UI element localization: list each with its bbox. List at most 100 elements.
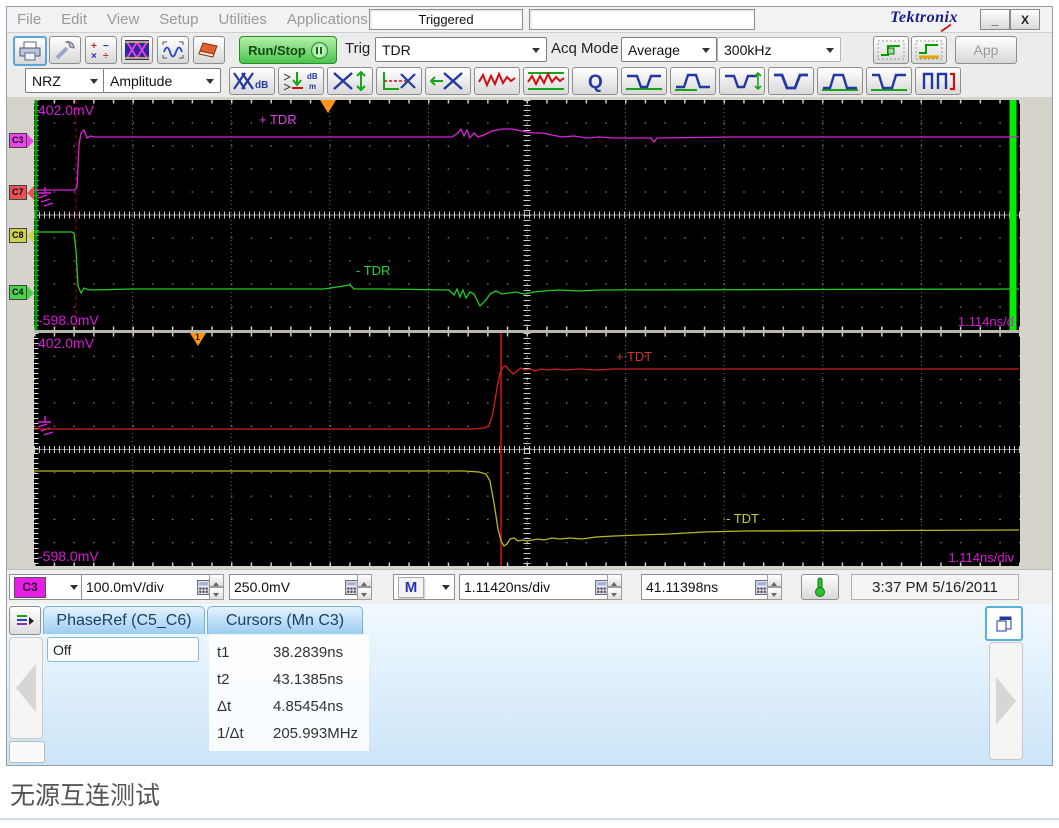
channel-marker-c8[interactable]: C8 <box>9 228 34 243</box>
readout-row: t2 43.1385ns <box>209 666 369 693</box>
jitter-icon <box>477 70 517 92</box>
pulse-save-button[interactable] <box>911 36 947 64</box>
vertical-scale-spinner[interactable] <box>209 574 224 600</box>
menu-utilities[interactable]: Utilities <box>208 11 276 28</box>
tdr-display[interactable]: 402.0mV-598.0mV1.114ns/d+ TDR- TDR <box>34 100 1020 330</box>
pos-pulse-button[interactable] <box>817 67 863 95</box>
trig-label: Trig <box>345 40 370 57</box>
crossing-level-button[interactable] <box>376 67 422 95</box>
wave-label: -598.0mV <box>38 312 99 328</box>
app-button[interactable]: App <box>955 36 1017 64</box>
horizontal-scale-field[interactable]: 1.11420ns/div <box>459 574 613 600</box>
channel-marker-c7[interactable]: C7 <box>9 185 34 200</box>
rz-pulse-button[interactable] <box>621 67 667 95</box>
wave-label: - TDT <box>726 511 759 526</box>
q-factor-button[interactable]: Q <box>572 67 618 95</box>
print-button[interactable] <box>13 36 47 66</box>
timebase-chip: M <box>398 577 424 598</box>
jitter-limits-button[interactable] <box>523 67 569 95</box>
setup-wrench-button[interactable] <box>49 36 81 64</box>
run-stop-button[interactable]: Run/Stop <box>239 36 337 64</box>
pulse-rise-button[interactable] <box>670 67 716 95</box>
bandwidth-select[interactable]: 300kHz <box>717 37 841 62</box>
panel-scroll-right-button[interactable] <box>989 642 1023 760</box>
horizontal-position-spinner[interactable] <box>767 574 782 600</box>
tektronix-logo: Tektronix <box>890 9 958 27</box>
readout-value: 38.2839ns <box>273 644 343 661</box>
channel-arrow-icon <box>27 229 34 243</box>
acq-mode-select[interactable]: Average <box>621 37 717 62</box>
pulse-amplitude-button[interactable] <box>719 67 765 95</box>
horizontal-position-field[interactable]: 41.11398ns <box>641 574 773 600</box>
thermometer-icon <box>813 577 827 597</box>
gate-brackets-button[interactable] <box>915 67 961 95</box>
readout-label: 1/Δt <box>209 725 273 742</box>
svg-text:÷: ÷ <box>103 51 109 60</box>
pulse-capture-icon <box>877 40 905 60</box>
trigger-marker[interactable]: 1 <box>190 333 206 346</box>
main-toolbar: + − × ÷ Run/Stop <box>7 33 1052 64</box>
chevron-down-icon <box>206 79 214 88</box>
control-bar: C3 100.0mV/div 250.0mV M 1.11420ns/div 4… <box>7 569 1052 605</box>
menu-file[interactable]: File <box>7 11 51 28</box>
channel-arrow-icon <box>27 286 34 300</box>
timebase-select[interactable]: M <box>393 574 455 600</box>
menu-applications[interactable]: Applications <box>277 11 378 28</box>
eye-width-button[interactable] <box>425 67 471 95</box>
panel-scroll-left-button[interactable] <box>9 637 43 739</box>
vertical-offset-field[interactable]: 250.0mV <box>229 574 363 600</box>
tab-phaseref[interactable]: PhaseRef (C5_C6) <box>43 606 205 634</box>
tab-cursors[interactable]: Cursors (Mn C3) <box>207 606 363 634</box>
wave-label: 402.0mV <box>38 102 94 118</box>
pos-pulse-icon <box>820 70 860 92</box>
readout-label: t2 <box>209 671 273 688</box>
rz-pulse-icon <box>624 70 664 92</box>
eraser-button[interactable] <box>193 36 225 64</box>
tdt-display[interactable]: 402.0mV-598.0mV1.114ns/div+ TDT- TDT1 <box>34 333 1020 566</box>
measurement-select[interactable]: Amplitude <box>103 68 221 93</box>
math-icon: + − × ÷ <box>89 40 113 60</box>
menu-view[interactable]: View <box>97 11 149 28</box>
channel-marker-c4[interactable]: C4 <box>9 285 34 300</box>
channel-marker-c3[interactable]: C3 <box>9 133 34 148</box>
close-button[interactable]: X <box>1010 9 1040 30</box>
dbm-level-button[interactable]: dB m <box>278 67 324 95</box>
pulse-fall-icon <box>771 70 811 92</box>
eye-db-button[interactable]: dB <box>229 67 275 95</box>
horizontal-scale-spinner[interactable] <box>607 574 622 600</box>
trigger-marker[interactable] <box>320 100 336 113</box>
wrench-icon <box>53 40 77 60</box>
eye-width-icon <box>428 70 468 92</box>
eye-diagram-button[interactable] <box>121 36 153 64</box>
svg-text:dB: dB <box>255 80 268 91</box>
menu-edit[interactable]: Edit <box>51 11 97 28</box>
panel-window-button[interactable] <box>985 606 1023 641</box>
jitter-button[interactable] <box>474 67 520 95</box>
temperature-button[interactable] <box>801 574 839 600</box>
neg-pulse-button[interactable] <box>866 67 912 95</box>
math-button[interactable]: + − × ÷ <box>85 36 117 64</box>
menu-setup[interactable]: Setup <box>149 11 208 28</box>
tdt-graticule <box>34 333 1020 566</box>
readout-row: Δt 4.85454ns <box>209 693 369 720</box>
readout-value: 4.85454ns <box>273 698 343 715</box>
pulse-fall-button[interactable] <box>768 67 814 95</box>
panel-corner-button[interactable] <box>9 741 45 763</box>
trig-source-select[interactable]: TDR <box>375 37 547 62</box>
vertical-offset-spinner[interactable] <box>357 574 372 600</box>
pulse-capture-button[interactable] <box>873 36 909 64</box>
signal-format-select[interactable]: NRZ <box>25 68 105 93</box>
vertical-scale-field[interactable]: 100.0mV/div <box>81 574 215 600</box>
phaseref-off-button[interactable]: Off <box>47 637 199 662</box>
channel-arrow-icon <box>27 134 34 148</box>
waveform-scale-button[interactable] <box>157 36 189 64</box>
chevron-down-icon <box>90 79 98 88</box>
minimize-button[interactable]: _ <box>980 9 1010 30</box>
eye-height-button[interactable] <box>327 67 373 95</box>
channel-select[interactable]: C3 <box>9 574 83 600</box>
wave-label: 402.0mV <box>38 335 94 351</box>
wave-label: + TDT <box>616 349 652 364</box>
divider <box>0 818 1059 820</box>
pulse-amplitude-icon <box>722 70 762 92</box>
panel-collapse-button[interactable] <box>9 606 41 635</box>
